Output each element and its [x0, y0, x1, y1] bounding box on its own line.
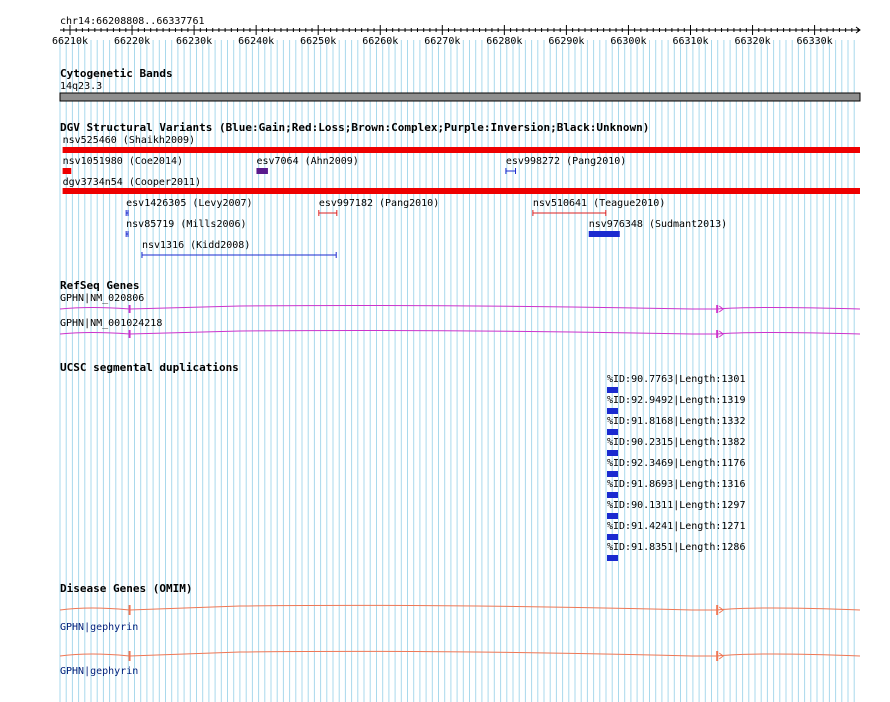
segdup-block: [607, 408, 618, 414]
segdup-block: [607, 555, 618, 561]
dgv-feature-label[interactable]: esv998272 (Pang2010): [506, 156, 626, 167]
dgv-feature-label[interactable]: nsv1316 (Kidd2008): [142, 240, 250, 251]
dgv-track-title[interactable]: DGV Structural Variants (Blue:Gain;Red:L…: [60, 122, 649, 134]
refseq-gene-label[interactable]: GPHN|NM_020806: [60, 293, 144, 304]
ruler-tick-label: 66280k: [486, 36, 523, 47]
refseq-track-title[interactable]: RefSeq Genes: [60, 280, 139, 292]
dgv-feature-bar: [62, 147, 861, 153]
dgv-feature-label[interactable]: nsv510641 (Teague2010): [533, 198, 665, 209]
ruler-tick-label: 66310k: [672, 36, 709, 47]
ruler-tick-label: 66230k: [176, 36, 213, 47]
ruler-tick-label: 66240k: [238, 36, 275, 47]
dgv-feature-label[interactable]: esv1426305 (Levy2007): [126, 198, 252, 209]
dgv-feature-label[interactable]: esv7064 (Ahn2009): [256, 156, 358, 167]
segdup-label[interactable]: %ID:92.9492|Length:1319: [607, 395, 745, 406]
position-label: chr14:66208808..66337761: [60, 16, 205, 27]
ruler-tick-label: 66330k: [796, 36, 833, 47]
segdup-label[interactable]: %ID:91.8168|Length:1332: [607, 416, 745, 427]
segdup-block: [607, 471, 618, 477]
dgv-feature-label[interactable]: nsv976348 (Sudmant2013): [589, 219, 727, 230]
ruler-tick-label: 66250k: [300, 36, 337, 47]
dgv-feature-label[interactable]: nsv85719 (Mills2006): [126, 219, 246, 230]
genome-browser-view: chr14:66208808..66337761 66210k 66220k 662…: [0, 0, 890, 702]
segdup-label[interactable]: %ID:92.3469|Length:1176: [607, 458, 745, 469]
omim-gene-label[interactable]: GPHN|gephyrin: [60, 622, 138, 633]
ruler-tick-label: 66320k: [734, 36, 771, 47]
ruler-tick-label: 66300k: [610, 36, 647, 47]
omim-gene-intron-line: [59, 604, 861, 611]
omim-gene-label[interactable]: GPHN|gephyrin: [60, 666, 138, 677]
segdup-label[interactable]: %ID:90.1311|Length:1297: [607, 500, 745, 511]
refseq-gene-intron-line: [59, 330, 861, 335]
dgv-feature-bar: [62, 188, 861, 194]
ruler-tick-label: 66210k: [51, 36, 89, 47]
segdup-label[interactable]: %ID:90.7763|Length:1301: [607, 374, 745, 385]
segdup-block: [607, 450, 618, 456]
ruler-tick-label: 66260k: [362, 36, 399, 47]
segdup-block: [607, 534, 618, 540]
track-graphics: [59, 25, 861, 661]
segdup-label[interactable]: %ID:91.8351|Length:1286: [607, 542, 745, 553]
ruler-tick-label: 66270k: [424, 36, 461, 47]
ruler-tick-label: 66220k: [113, 36, 151, 47]
segdup-label[interactable]: %ID:90.2315|Length:1382: [607, 437, 745, 448]
refseq-gene-intron-line: [59, 305, 861, 310]
omim-gene-intron-line: [59, 650, 861, 657]
segdup-block: [607, 429, 618, 435]
segdup-block: [607, 513, 618, 519]
dgv-feature-label[interactable]: nsv525460 (Shaikh2009): [63, 135, 195, 146]
cytoband-bar: [59, 92, 861, 102]
dgv-feature-label[interactable]: dgv3734n54 (Cooper2011): [63, 177, 201, 188]
ruler-tick-label: 66290k: [548, 36, 585, 47]
segdup-block: [607, 492, 618, 498]
dgv-feature-block: [62, 168, 72, 174]
cytoband-label: 14q23.3: [60, 81, 103, 92]
dgv-feature-block: [588, 231, 620, 237]
segdup-label[interactable]: %ID:91.8693|Length:1316: [607, 479, 745, 490]
segdup-block: [607, 387, 618, 393]
cytoband-track-title[interactable]: Cytogenetic Bands: [60, 68, 173, 80]
segdup-track-title[interactable]: UCSC segmental duplications: [60, 362, 239, 374]
segdup-label[interactable]: %ID:91.4241|Length:1271: [607, 521, 745, 532]
dgv-feature-block: [256, 168, 268, 174]
refseq-gene-label[interactable]: GPHN|NM_001024218: [60, 318, 162, 329]
omim-track-title[interactable]: Disease Genes (OMIM): [60, 583, 192, 595]
dgv-feature-label[interactable]: nsv1051980 (Coe2014): [63, 156, 183, 167]
dgv-feature-label[interactable]: esv997182 (Pang2010): [319, 198, 439, 209]
